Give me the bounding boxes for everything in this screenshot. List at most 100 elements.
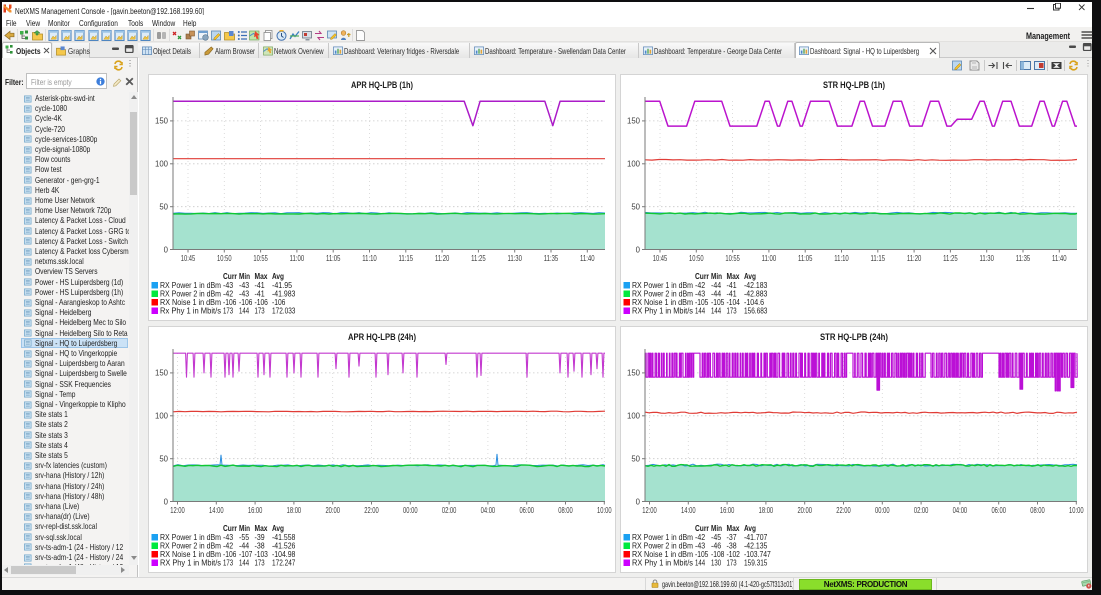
svg-text:50: 50 xyxy=(159,203,168,212)
svg-text:144: 144 xyxy=(695,558,706,567)
svg-text:11:00: 11:00 xyxy=(290,254,305,263)
svg-text:00:00: 00:00 xyxy=(875,506,890,515)
svg-text:Avg: Avg xyxy=(744,272,756,281)
svg-text:156.683: 156.683 xyxy=(744,306,768,315)
svg-text:50: 50 xyxy=(631,455,640,464)
svg-text:11:35: 11:35 xyxy=(544,254,559,263)
svg-text:100: 100 xyxy=(627,412,641,421)
svg-text:Min: Min xyxy=(239,272,250,281)
svg-text:10:00: 10:00 xyxy=(1069,506,1084,515)
svg-text:11:25: 11:25 xyxy=(471,254,486,263)
svg-text:20:00: 20:00 xyxy=(797,506,812,515)
svg-text:172.033: 172.033 xyxy=(272,306,296,315)
svg-text:159.315: 159.315 xyxy=(744,558,768,567)
svg-text:Min: Min xyxy=(711,524,722,533)
svg-text:11:40: 11:40 xyxy=(1052,254,1067,263)
svg-text:150: 150 xyxy=(155,117,169,126)
svg-text:Max: Max xyxy=(255,272,268,281)
svg-text:RX Phy 1 in Mbit/s: RX Phy 1 in Mbit/s xyxy=(160,558,221,567)
svg-text:130: 130 xyxy=(711,558,722,567)
svg-text:APR HQ-LPB (24h): APR HQ-LPB (24h) xyxy=(348,332,416,342)
svg-text:10:55: 10:55 xyxy=(253,254,268,263)
svg-text:144: 144 xyxy=(695,306,706,315)
svg-text:RX Phy 1 in Mbit/s: RX Phy 1 in Mbit/s xyxy=(632,558,693,567)
svg-text:22:00: 22:00 xyxy=(836,506,851,515)
svg-text:11:15: 11:15 xyxy=(399,254,414,263)
svg-text:08:00: 08:00 xyxy=(1030,506,1045,515)
svg-text:173: 173 xyxy=(727,306,738,315)
svg-text:Min: Min xyxy=(711,272,722,281)
svg-text:06:00: 06:00 xyxy=(519,506,534,515)
svg-text:11:40: 11:40 xyxy=(580,254,595,263)
svg-text:11:15: 11:15 xyxy=(871,254,886,263)
svg-text:173: 173 xyxy=(727,558,738,567)
svg-text:0: 0 xyxy=(636,245,641,254)
svg-text:16:00: 16:00 xyxy=(720,506,735,515)
svg-text:10:45: 10:45 xyxy=(181,254,196,263)
svg-text:18:00: 18:00 xyxy=(287,506,302,515)
svg-text:173: 173 xyxy=(223,558,234,567)
svg-text:144: 144 xyxy=(711,306,722,315)
svg-text:Avg: Avg xyxy=(272,524,284,533)
svg-text:150: 150 xyxy=(627,369,641,378)
svg-text:Curr: Curr xyxy=(223,272,237,281)
svg-text:11:05: 11:05 xyxy=(326,254,341,263)
svg-text:Rx Phy 1 in Mbit/s: Rx Phy 1 in Mbit/s xyxy=(160,306,221,315)
svg-text:STR HQ-LPB (1h): STR HQ-LPB (1h) xyxy=(823,80,885,90)
svg-text:04:00: 04:00 xyxy=(481,506,496,515)
svg-text:144: 144 xyxy=(239,306,250,315)
svg-text:18:00: 18:00 xyxy=(759,506,774,515)
svg-text:50: 50 xyxy=(631,203,640,212)
svg-text:172.247: 172.247 xyxy=(272,558,295,567)
svg-text:12:00: 12:00 xyxy=(642,506,657,515)
svg-text:16:00: 16:00 xyxy=(248,506,263,515)
svg-text:11:00: 11:00 xyxy=(762,254,777,263)
svg-text:11:35: 11:35 xyxy=(1016,254,1031,263)
svg-text:02:00: 02:00 xyxy=(914,506,929,515)
svg-text:144: 144 xyxy=(239,558,250,567)
svg-text:10:50: 10:50 xyxy=(217,254,232,263)
svg-text:12:00: 12:00 xyxy=(170,506,185,515)
svg-text:14:00: 14:00 xyxy=(681,506,696,515)
svg-text:0: 0 xyxy=(636,497,641,506)
svg-text:20:00: 20:00 xyxy=(325,506,340,515)
svg-text:173: 173 xyxy=(255,306,266,315)
svg-text:Avg: Avg xyxy=(744,524,756,533)
svg-text:100: 100 xyxy=(627,160,641,169)
svg-text:11:30: 11:30 xyxy=(507,254,522,263)
svg-text:04:00: 04:00 xyxy=(953,506,968,515)
svg-text:Max: Max xyxy=(727,272,740,281)
svg-text:00:00: 00:00 xyxy=(403,506,418,515)
svg-text:Avg: Avg xyxy=(272,272,284,281)
svg-text:150: 150 xyxy=(627,117,641,126)
svg-text:APR HQ-LPB (1h): APR HQ-LPB (1h) xyxy=(351,80,413,90)
svg-text:11:25: 11:25 xyxy=(943,254,958,263)
svg-text:Curr: Curr xyxy=(223,524,237,533)
svg-text:10:00: 10:00 xyxy=(597,506,612,515)
svg-text:RX Phy 1 in Mbit/s: RX Phy 1 in Mbit/s xyxy=(632,306,693,315)
svg-text:11:10: 11:10 xyxy=(362,254,377,263)
svg-text:0: 0 xyxy=(164,245,169,254)
svg-text:Curr: Curr xyxy=(695,524,709,533)
svg-text:150: 150 xyxy=(155,369,169,378)
svg-text:02:00: 02:00 xyxy=(442,506,457,515)
svg-text:11:20: 11:20 xyxy=(435,254,450,263)
svg-text:100: 100 xyxy=(155,412,169,421)
svg-text:08:00: 08:00 xyxy=(558,506,573,515)
svg-text:STR HQ-LPB (24h): STR HQ-LPB (24h) xyxy=(820,332,888,342)
svg-text:Max: Max xyxy=(727,524,740,533)
svg-text:22:00: 22:00 xyxy=(364,506,379,515)
svg-text:11:30: 11:30 xyxy=(979,254,994,263)
svg-text:10:50: 10:50 xyxy=(689,254,704,263)
svg-text:06:00: 06:00 xyxy=(991,506,1006,515)
svg-text:100: 100 xyxy=(155,160,169,169)
svg-text:11:05: 11:05 xyxy=(798,254,813,263)
svg-text:173: 173 xyxy=(255,558,266,567)
svg-text:11:10: 11:10 xyxy=(834,254,849,263)
svg-text:Max: Max xyxy=(255,524,268,533)
svg-text:10:45: 10:45 xyxy=(653,254,668,263)
svg-text:14:00: 14:00 xyxy=(209,506,224,515)
svg-text:173: 173 xyxy=(223,306,234,315)
svg-text:Min: Min xyxy=(239,524,250,533)
svg-text:Curr: Curr xyxy=(695,272,709,281)
